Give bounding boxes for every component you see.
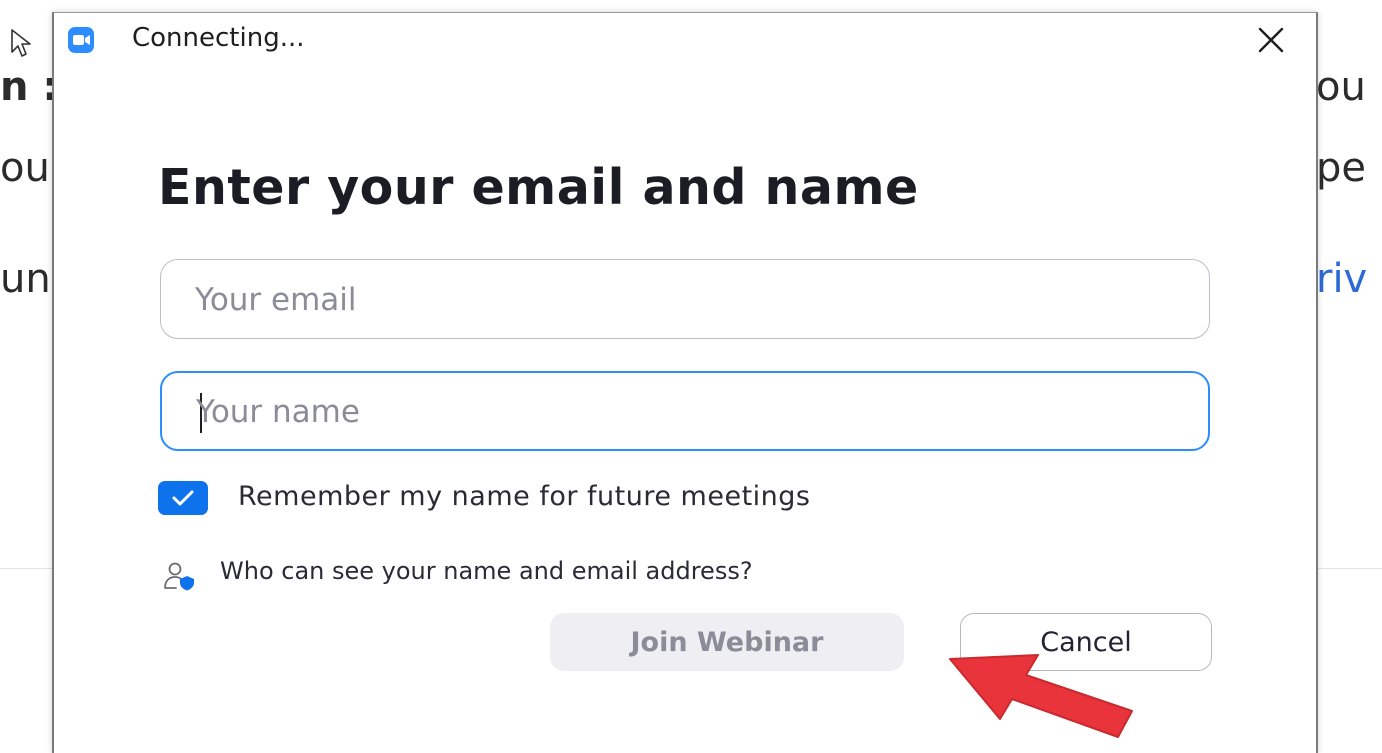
email-field-container	[160, 259, 1210, 340]
privacy-link[interactable]: Who can see your name and email address?	[220, 557, 753, 585]
email-field[interactable]	[193, 260, 1177, 340]
close-icon	[1258, 27, 1284, 53]
red-arrow-icon	[949, 654, 1133, 738]
window-title: Connecting...	[132, 23, 305, 53]
join-webinar-button[interactable]: Join Webinar	[550, 613, 904, 671]
name-field[interactable]	[194, 373, 1178, 451]
background-text-fragment: ou	[0, 145, 50, 191]
background-divider	[0, 568, 52, 569]
checkmark-icon	[172, 490, 194, 506]
background-text-fragment: un	[0, 256, 51, 302]
background-divider	[1316, 568, 1382, 569]
background-text-fragment: pe	[1316, 145, 1366, 191]
background-link-fragment: riv	[1316, 256, 1368, 302]
name-field-container	[160, 371, 1210, 451]
user-shield-icon	[164, 562, 194, 591]
background-text-fragment: n :	[0, 64, 52, 110]
close-button[interactable]	[1254, 23, 1288, 57]
remember-name-checkbox[interactable]	[158, 481, 208, 515]
join-dialog: Connecting... Enter your email and name …	[52, 12, 1318, 753]
video-camera-icon	[68, 27, 94, 53]
title-bar: Connecting...	[54, 13, 1316, 65]
mouse-pointer-icon	[11, 29, 31, 57]
dialog-heading: Enter your email and name	[158, 159, 919, 216]
remember-name-label[interactable]: Remember my name for future meetings	[238, 481, 810, 512]
background-text-fragment: ou	[1316, 64, 1366, 110]
